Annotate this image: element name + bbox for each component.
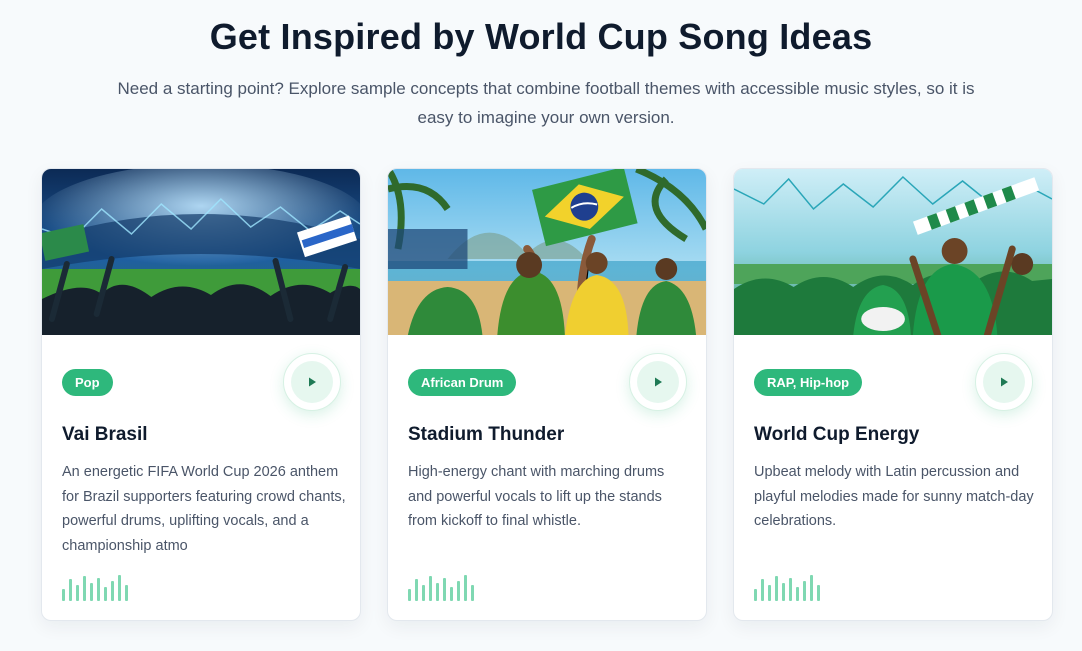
genre-badge: Pop (62, 369, 113, 396)
song-card-stadium-thunder[interactable]: African Drum Stadium Thunder High-energy… (387, 168, 707, 621)
song-card-vai-brasil[interactable]: Pop Vai Brasil An energetic FIFA World C… (41, 168, 361, 621)
section-subtitle: Need a starting point? Explore sample co… (117, 79, 975, 127)
genre-badge: African Drum (408, 369, 517, 396)
song-title: Stadium Thunder (408, 424, 565, 445)
play-icon (655, 377, 662, 387)
card-image-beach-fans (388, 169, 706, 335)
play-icon (1001, 377, 1008, 387)
play-button[interactable] (629, 353, 687, 411)
play-icon (309, 377, 316, 387)
genre-badge: RAP, Hip-hop (754, 369, 863, 396)
section-title: Get Inspired by World Cup Song Ideas (209, 16, 873, 57)
card-image-stadium-crowd (42, 169, 360, 335)
play-button[interactable] (975, 353, 1033, 411)
song-description: High-energy chant with marching drums an… (408, 464, 665, 529)
song-title: Vai Brasil (62, 424, 148, 445)
song-description: An energetic FIFA World Cup 2026 anthem … (62, 464, 346, 554)
song-ideas-section: Get Inspired by World Cup Song Ideas Nee… (0, 0, 1082, 651)
song-card-world-cup-energy[interactable]: RAP, Hip-hop World Cup Energy Upbeat mel… (733, 168, 1053, 621)
card-image-green-fans (734, 169, 1052, 335)
waveform-icon (408, 575, 474, 601)
song-title: World Cup Energy (754, 424, 920, 445)
waveform-icon (754, 575, 820, 601)
waveform-icon (62, 575, 128, 601)
song-description: Upbeat melody with Latin percussion and … (754, 464, 1034, 529)
play-button[interactable] (283, 353, 341, 411)
